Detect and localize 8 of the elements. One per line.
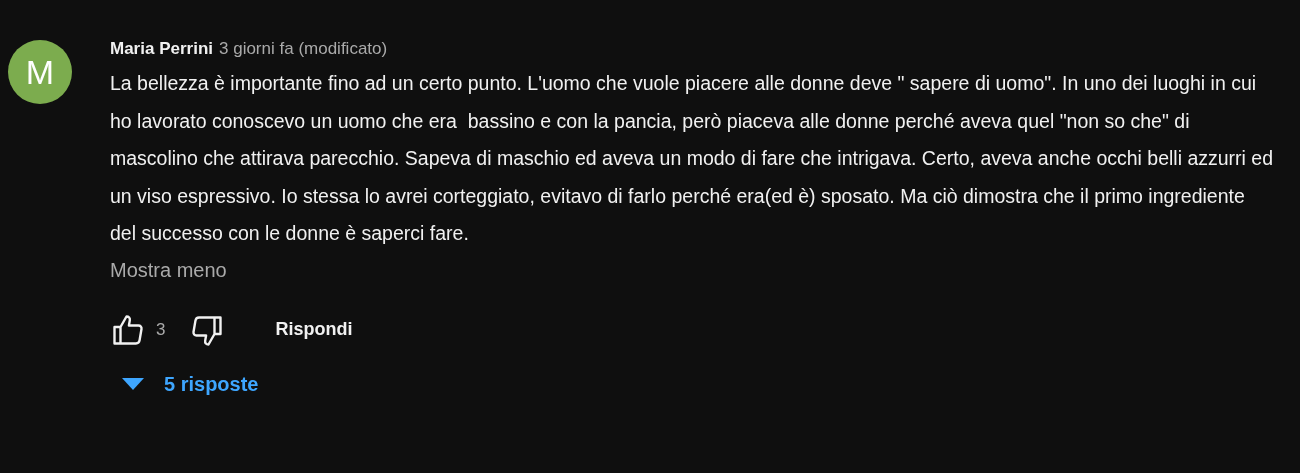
comment-time[interactable]: 3 giorni fa (modificato)	[219, 39, 388, 59]
show-less-link[interactable]: Mostra meno	[110, 258, 227, 282]
comment-text: La bellezza è importante fino ad un certo punto. L'uomo che vuole piacere alle donne deve " sapere di uomo". In uno dei luoghi in cui ho lavorato conoscevo un uomo che era bassino e con la pancia, però piaceva alle donne perché aveva quel "non so che" di mascolino che attirava parecchio. Sapeva di maschio ed aveva un modo di fare che intrigava. Certo, aveva anche occhi belli azzurri ed un viso espressivo. Io stessa lo avrei corteggiato, evitavo di farlo perché era(ed è) sposato. Ma ciò dimostra che il primo ingrediente del successo con le donne è saperci fare.	[110, 71, 1275, 246]
caret-icon[interactable]	[122, 378, 144, 390]
replies-toggle[interactable]: 5 risposte	[164, 372, 259, 396]
author-name[interactable]: Maria Perrini	[110, 39, 213, 59]
reply-button[interactable]: Rispondi	[275, 319, 353, 340]
like-count: 3	[156, 319, 166, 340]
